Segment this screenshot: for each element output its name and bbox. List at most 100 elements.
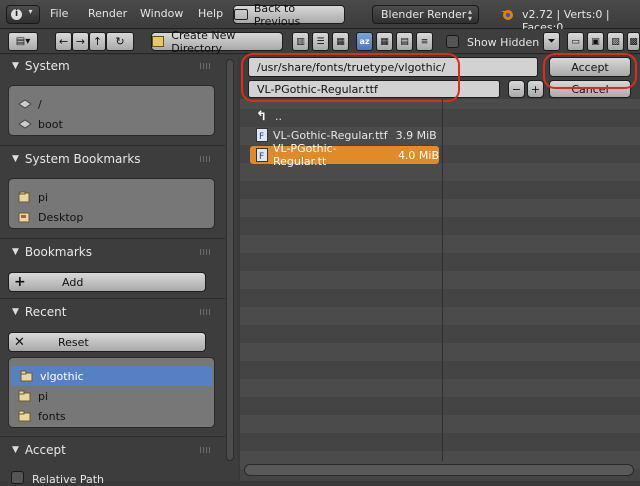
arrow-up-icon: ↑ [92,35,103,48]
add-bookmark-button[interactable]: + Add [8,272,206,292]
back-arrow-button[interactable]: ← [55,32,72,51]
updown-icon: ▴ ▾ [467,6,472,23]
highlight-accept-annotation [543,53,637,89]
info-icon: i [11,9,22,20]
forward-arrow-button[interactable]: → [72,32,89,51]
recent-item-fonts[interactable]: fonts [9,406,214,426]
divider [0,238,225,239]
file-size: 3.9 MiB [395,128,437,142]
highlight-path-annotation [241,53,460,102]
long-list-icon: ☰ [316,36,325,47]
calendar-icon: ▦ [380,36,389,47]
image-file-icon: ▨ [611,36,620,47]
file-row-parent[interactable]: ↰ .. [250,107,430,125]
filter-blend-button[interactable]: ▣ [587,32,604,51]
user-folder-icon [18,191,32,203]
triangle-down-icon: ▼ [12,154,19,164]
chevron-down-icon: ▾ [28,7,33,16]
horizontal-scrollbar[interactable] [244,464,634,476]
panel-recent-header[interactable]: ▼ Recent [0,301,222,323]
sidebar-scrollbar[interactable] [226,59,234,461]
blender-logo-icon [500,7,514,21]
panel-grip-icon[interactable] [200,156,212,162]
sort-az-icon: az [359,37,370,46]
sort-ext-icon: ≡ [420,36,429,47]
bookmark-menu-button[interactable]: ▤▾ [8,32,38,51]
screen-back-icon [234,9,248,20]
panel-accept-header[interactable]: ▼ Accept [0,439,222,461]
file-size: 4.0 MiB [397,148,440,162]
menu-help[interactable]: Help [198,7,223,20]
display-long-list-button[interactable]: ☰ [312,32,329,51]
show-hidden-label: Show Hidden [467,36,540,49]
triangle-down-icon: ▼ [12,247,19,257]
render-engine-select[interactable]: Blender Render ▴ ▾ [372,5,479,24]
bookmark-item-pi[interactable]: pi [9,187,214,207]
create-new-directory-button[interactable]: Create New Directory [151,29,283,55]
divider [0,298,225,299]
folder-icon [18,390,32,402]
sort-alpha-button[interactable]: az [356,32,373,51]
increment-button[interactable]: + [527,80,544,98]
sort-size-icon: ▤ [400,36,409,47]
arrow-left-icon: ← [58,35,69,48]
system-item-root[interactable]: / [9,94,214,114]
x-icon: ✕ [14,334,25,350]
disk-icon [18,98,32,110]
relative-path-checkbox[interactable] [11,471,24,484]
file-name: VL-PGothic-Regular.tt [273,142,337,168]
bookmark-item-desktop[interactable]: Desktop [9,207,214,227]
filter-folder-button[interactable]: ▭ [567,32,584,51]
back-to-previous-button[interactable]: Back to Previous [233,2,345,28]
column-divider [442,99,443,461]
menu-render[interactable]: Render [88,7,127,20]
file-browser-toolbar: ▤▾ ← → ↑ ↻ Create New Directory ▥ ☰ ▦ az… [0,29,640,55]
triangle-down-icon: ▼ [12,307,19,317]
recent-item-pi[interactable]: pi [9,386,214,406]
system-item-boot[interactable]: boot [9,114,214,134]
refresh-icon: ↻ [115,35,125,48]
filter-icon: ⏷ [547,36,556,47]
blend-file-icon: ▣ [591,36,600,47]
recent-item-vlgothic[interactable]: vlgothic [11,366,212,386]
display-short-list-button[interactable]: ▥ [292,32,309,51]
panel-grip-icon[interactable] [200,309,212,315]
show-hidden-checkbox[interactable] [446,35,459,48]
display-thumbnails-button[interactable]: ▦ [332,32,349,51]
sort-date-button[interactable]: ▦ [376,32,393,51]
arrow-right-icon: → [75,35,86,48]
panel-grip-icon[interactable] [200,63,212,69]
editor-type-button[interactable]: i ▾ [6,5,40,24]
svg-text:F: F [259,152,264,162]
folder-icon [18,410,32,422]
file-name: VL-Gothic-Regular.ttf [273,128,388,142]
parent-dir-icon: ↰ [256,109,267,124]
panel-system-bookmarks-header[interactable]: ▼ System Bookmarks [0,148,222,170]
menu-file[interactable]: File [50,7,68,20]
recent-list: vlgothic pi fonts [8,357,215,428]
file-row-selected[interactable]: F VL-PGothic-Regular.tt 4.0 MiB [250,142,440,168]
file-folder-icon: ▤▾ [15,36,31,47]
font-file-icon: F [256,148,268,162]
plus-icon: + [14,274,26,290]
parent-dir-button[interactable]: ↑ [89,32,106,51]
movie-file-icon: ▩ [629,36,638,47]
filter-more-button[interactable]: ▩ [627,32,640,51]
sort-ext-button[interactable]: ≡ [416,32,433,51]
panel-grip-icon[interactable] [200,447,212,453]
folder-icon: ▭ [571,36,580,47]
panel-system-header[interactable]: ▼ System [0,55,222,77]
panel-grip-icon[interactable] [200,249,212,255]
refresh-button[interactable]: ↻ [106,32,134,51]
reset-recent-button[interactable]: ✕ Reset [8,332,206,352]
decrement-button[interactable]: − [508,80,525,98]
sort-size-button[interactable]: ▤ [396,32,413,51]
desktop-icon [18,211,32,223]
panel-bookmarks-header[interactable]: ▼ Bookmarks [0,241,222,263]
filter-toggle-button[interactable]: ⏷ [543,32,560,51]
divider [0,145,225,146]
short-list-icon: ▥ [296,36,305,47]
filter-image-button[interactable]: ▨ [607,32,624,51]
disk-icon [18,118,32,130]
menu-window[interactable]: Window [140,7,183,20]
